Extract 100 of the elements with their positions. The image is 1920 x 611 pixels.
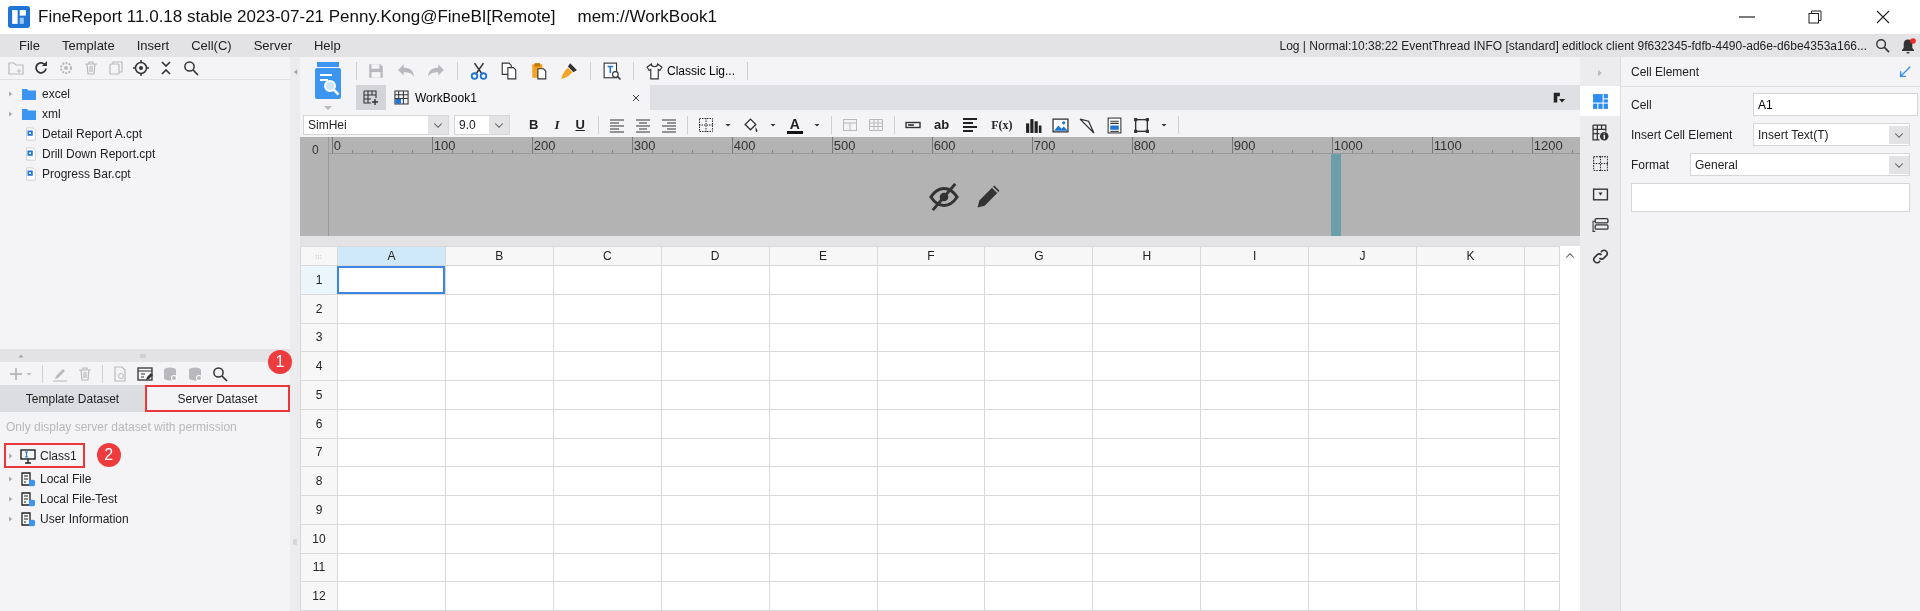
panel-title: Cell Element: [1631, 63, 1700, 81]
column-header[interactable]: E: [769, 246, 877, 266]
shrink-arrow-icon[interactable]: [1898, 64, 1912, 79]
sheet-tab[interactable]: WorkBook1: [386, 85, 650, 110]
add-icon[interactable]: [8, 365, 24, 382]
format-select[interactable]: General: [1690, 153, 1910, 176]
font-select[interactable]: SimHei: [303, 115, 449, 135]
row-header[interactable]: 7: [300, 438, 338, 467]
unmerge-cells-icon[interactable]: [867, 117, 884, 133]
row-header[interactable]: 8: [300, 466, 338, 496]
column-header[interactable]: H: [1092, 246, 1201, 266]
refresh-icon[interactable]: [33, 60, 49, 76]
search-icon[interactable]: [212, 365, 228, 382]
save-icon[interactable]: [367, 62, 385, 80]
image-icon[interactable]: [1052, 116, 1070, 134]
underline-button[interactable]: U: [572, 116, 588, 134]
column-header[interactable]: F: [877, 246, 985, 266]
tree-item[interactable]: excel: [42, 85, 70, 103]
drag-handle-icon[interactable]: [291, 537, 299, 547]
notification-bell-icon[interactable]: [1900, 37, 1916, 54]
tree-item[interactable]: Drill Down Report.cpt: [42, 145, 156, 163]
hidden-eye-icon[interactable]: [928, 182, 959, 212]
row-header[interactable]: 11: [300, 553, 338, 582]
tab-menu-icon[interactable]: [1552, 90, 1566, 105]
tree-item[interactable]: Local File-Test: [40, 490, 118, 508]
menu-item[interactable]: Server: [253, 35, 292, 56]
document-path: mem://WorkBook1: [577, 6, 717, 29]
cut-icon[interactable]: [470, 62, 488, 80]
tree-item[interactable]: Local File: [40, 470, 92, 488]
collapse-all-icon[interactable]: [158, 60, 174, 76]
theme-button[interactable]: Classic Lig...: [646, 62, 736, 80]
preview-icon[interactable]: [603, 62, 621, 80]
row-header[interactable]: 1: [300, 265, 338, 295]
menu-item[interactable]: Cell(C): [191, 35, 232, 56]
column-header[interactable]: G: [984, 246, 1093, 266]
italic-button[interactable]: I: [551, 116, 563, 134]
row-header[interactable]: 2: [300, 294, 338, 324]
report-preview-icon[interactable]: [312, 61, 344, 111]
merge-cells-icon[interactable]: [841, 117, 858, 133]
tree-item[interactable]: Detail Report A.cpt: [42, 125, 143, 143]
bar-chart-icon[interactable]: [1025, 116, 1043, 134]
column-header[interactable]: A: [337, 246, 446, 266]
locate-icon[interactable]: [133, 60, 149, 76]
add-sheet-icon[interactable]: [363, 89, 379, 106]
align-center-icon[interactable]: [634, 117, 651, 133]
edit-dataset-icon[interactable]: [137, 365, 153, 382]
cell-element-icon: [1591, 92, 1609, 110]
row-header[interactable]: 6: [300, 409, 338, 439]
align-right-icon[interactable]: [660, 117, 677, 133]
search-icon[interactable]: [183, 60, 199, 76]
column-header[interactable]: I: [1200, 246, 1309, 266]
delete-icon[interactable]: [83, 60, 99, 76]
row-header[interactable]: 9: [300, 495, 338, 525]
column-header[interactable]: B: [445, 246, 554, 266]
column-header[interactable]: D: [661, 246, 770, 266]
format-painter-icon[interactable]: [560, 62, 578, 80]
restore-icon: [1807, 9, 1823, 25]
row-header[interactable]: 5: [300, 380, 338, 410]
menu-item[interactable]: Insert: [136, 35, 170, 56]
tree-item[interactable]: Progress Bar.cpt: [42, 165, 131, 183]
database-icon[interactable]: [187, 365, 203, 382]
menu-item[interactable]: Template: [61, 35, 115, 56]
dataset-tab[interactable]: Template Dataset: [0, 385, 145, 412]
dataset-tab[interactable]: Server Dataset: [145, 385, 290, 412]
formula-button[interactable]: F(x): [988, 116, 1016, 134]
cell-border-icon[interactable]: [1133, 116, 1151, 134]
tree-item[interactable]: User Information: [40, 510, 129, 528]
font-color-button[interactable]: A: [786, 116, 803, 134]
row-header[interactable]: 10: [300, 524, 338, 553]
sub-report-icon[interactable]: [1106, 116, 1124, 134]
text-field[interactable]: [1631, 183, 1910, 212]
cell-field[interactable]: A1: [1753, 93, 1918, 116]
row-header[interactable]: 4: [300, 351, 338, 381]
settings-icon[interactable]: [58, 60, 74, 76]
selected-cell[interactable]: [337, 265, 446, 295]
text-cell-button[interactable]: ab: [930, 116, 953, 134]
tree-item[interactable]: Class1: [40, 446, 77, 465]
log-message[interactable]: Log | Normal:10:38:22 EventThread INFO [standard] editlock client 9f632345-fdfb-4490-ad6e-d6be4353a166...: [1279, 36, 1867, 55]
copy-icon[interactable]: [500, 62, 518, 80]
column-header[interactable]: J: [1308, 246, 1417, 266]
align-left-icon[interactable]: [608, 117, 625, 133]
borders-icon[interactable]: [697, 117, 714, 133]
callout-badge: 2: [96, 443, 121, 467]
column-header[interactable]: C: [553, 246, 662, 266]
fill-color-icon[interactable]: [741, 116, 759, 134]
row-header[interactable]: 12: [300, 581, 338, 611]
database-icon[interactable]: [162, 365, 178, 382]
row-header[interactable]: 3: [300, 323, 338, 352]
menu-item[interactable]: File: [19, 35, 40, 56]
search-icon[interactable]: [1875, 38, 1890, 53]
bold-button[interactable]: B: [526, 116, 542, 134]
font-size-select[interactable]: 9.0: [454, 115, 510, 135]
slash-line-icon[interactable]: [1079, 116, 1097, 134]
menu-item[interactable]: Help: [313, 35, 341, 56]
tree-item[interactable]: xml: [42, 105, 61, 123]
column-header[interactable]: K: [1416, 246, 1525, 266]
rich-text-icon[interactable]: [962, 117, 979, 133]
paste-icon[interactable]: [530, 62, 548, 80]
delete-icon[interactable]: [77, 365, 93, 382]
insert-element-select[interactable]: Insert Text(T): [1753, 123, 1910, 146]
